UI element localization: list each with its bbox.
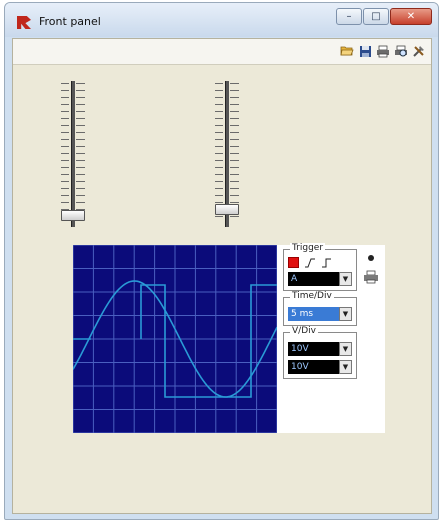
chevron-down-icon[interactable]: ▼ [339, 342, 352, 356]
title-bar[interactable]: Front panel – □ ✕ [5, 3, 438, 37]
close-button[interactable]: ✕ [390, 8, 432, 25]
slider-thumb[interactable] [61, 209, 85, 221]
oscilloscope-screen [72, 244, 278, 434]
time-div-group: Time/Div 5 ms ▼ [283, 291, 357, 326]
front-panel-window: Front panel – □ ✕ Trigger A ▼ Time/Div 5… [4, 2, 439, 520]
toolbar [13, 39, 431, 65]
v-div-channel-a-value: 10V [288, 342, 339, 356]
chevron-down-icon[interactable]: ▼ [339, 272, 352, 286]
slider-right[interactable] [209, 77, 245, 237]
v-div-channel-b-select[interactable]: 10V ▼ [288, 360, 352, 374]
oscilloscope-display [72, 244, 278, 434]
pin-icon[interactable] [366, 253, 376, 263]
falling-edge-icon[interactable] [321, 258, 333, 268]
trigger-source-value: A [288, 272, 339, 286]
save-icon[interactable] [358, 44, 372, 58]
chevron-down-icon[interactable]: ▼ [339, 360, 352, 374]
maximize-button[interactable]: □ [363, 8, 389, 25]
slider-left[interactable] [55, 77, 91, 237]
printer-icon[interactable] [363, 270, 379, 284]
time-div-value: 5 ms [288, 307, 339, 321]
window-controls: – □ ✕ [335, 8, 432, 25]
v-div-label: V/Div [290, 326, 318, 336]
scope-grid [72, 244, 278, 434]
window-title: Front panel [39, 15, 101, 28]
time-div-label: Time/Div [290, 291, 334, 301]
minimize-button[interactable]: – [336, 8, 362, 25]
trigger-source-select[interactable]: A ▼ [288, 272, 352, 286]
v-div-channel-a-select[interactable]: 10V ▼ [288, 342, 352, 356]
slider-thumb[interactable] [215, 204, 239, 215]
oscilloscope: Trigger A ▼ Time/Div 5 ms ▼ V/Div 10V ▼ … [72, 243, 385, 434]
trigger-label: Trigger [290, 243, 326, 253]
time-div-select[interactable]: 5 ms ▼ [288, 307, 352, 321]
tools-icon[interactable] [412, 44, 426, 58]
v-div-group: V/Div 10V ▼ 10V ▼ [283, 326, 357, 379]
trigger-stop-icon[interactable] [288, 257, 299, 268]
app-logo-icon [17, 16, 31, 29]
open-folder-icon[interactable] [340, 44, 354, 58]
print-icon[interactable] [376, 44, 390, 58]
v-div-channel-b-value: 10V [288, 360, 339, 374]
print-preview-icon[interactable] [394, 44, 408, 58]
scope-side-icons [363, 253, 379, 284]
front-panel-client: Trigger A ▼ Time/Div 5 ms ▼ V/Div 10V ▼ … [12, 38, 432, 514]
slider-track [71, 81, 75, 227]
trigger-group: Trigger A ▼ [283, 243, 357, 291]
rising-edge-icon[interactable] [304, 258, 316, 268]
chevron-down-icon[interactable]: ▼ [339, 307, 352, 321]
